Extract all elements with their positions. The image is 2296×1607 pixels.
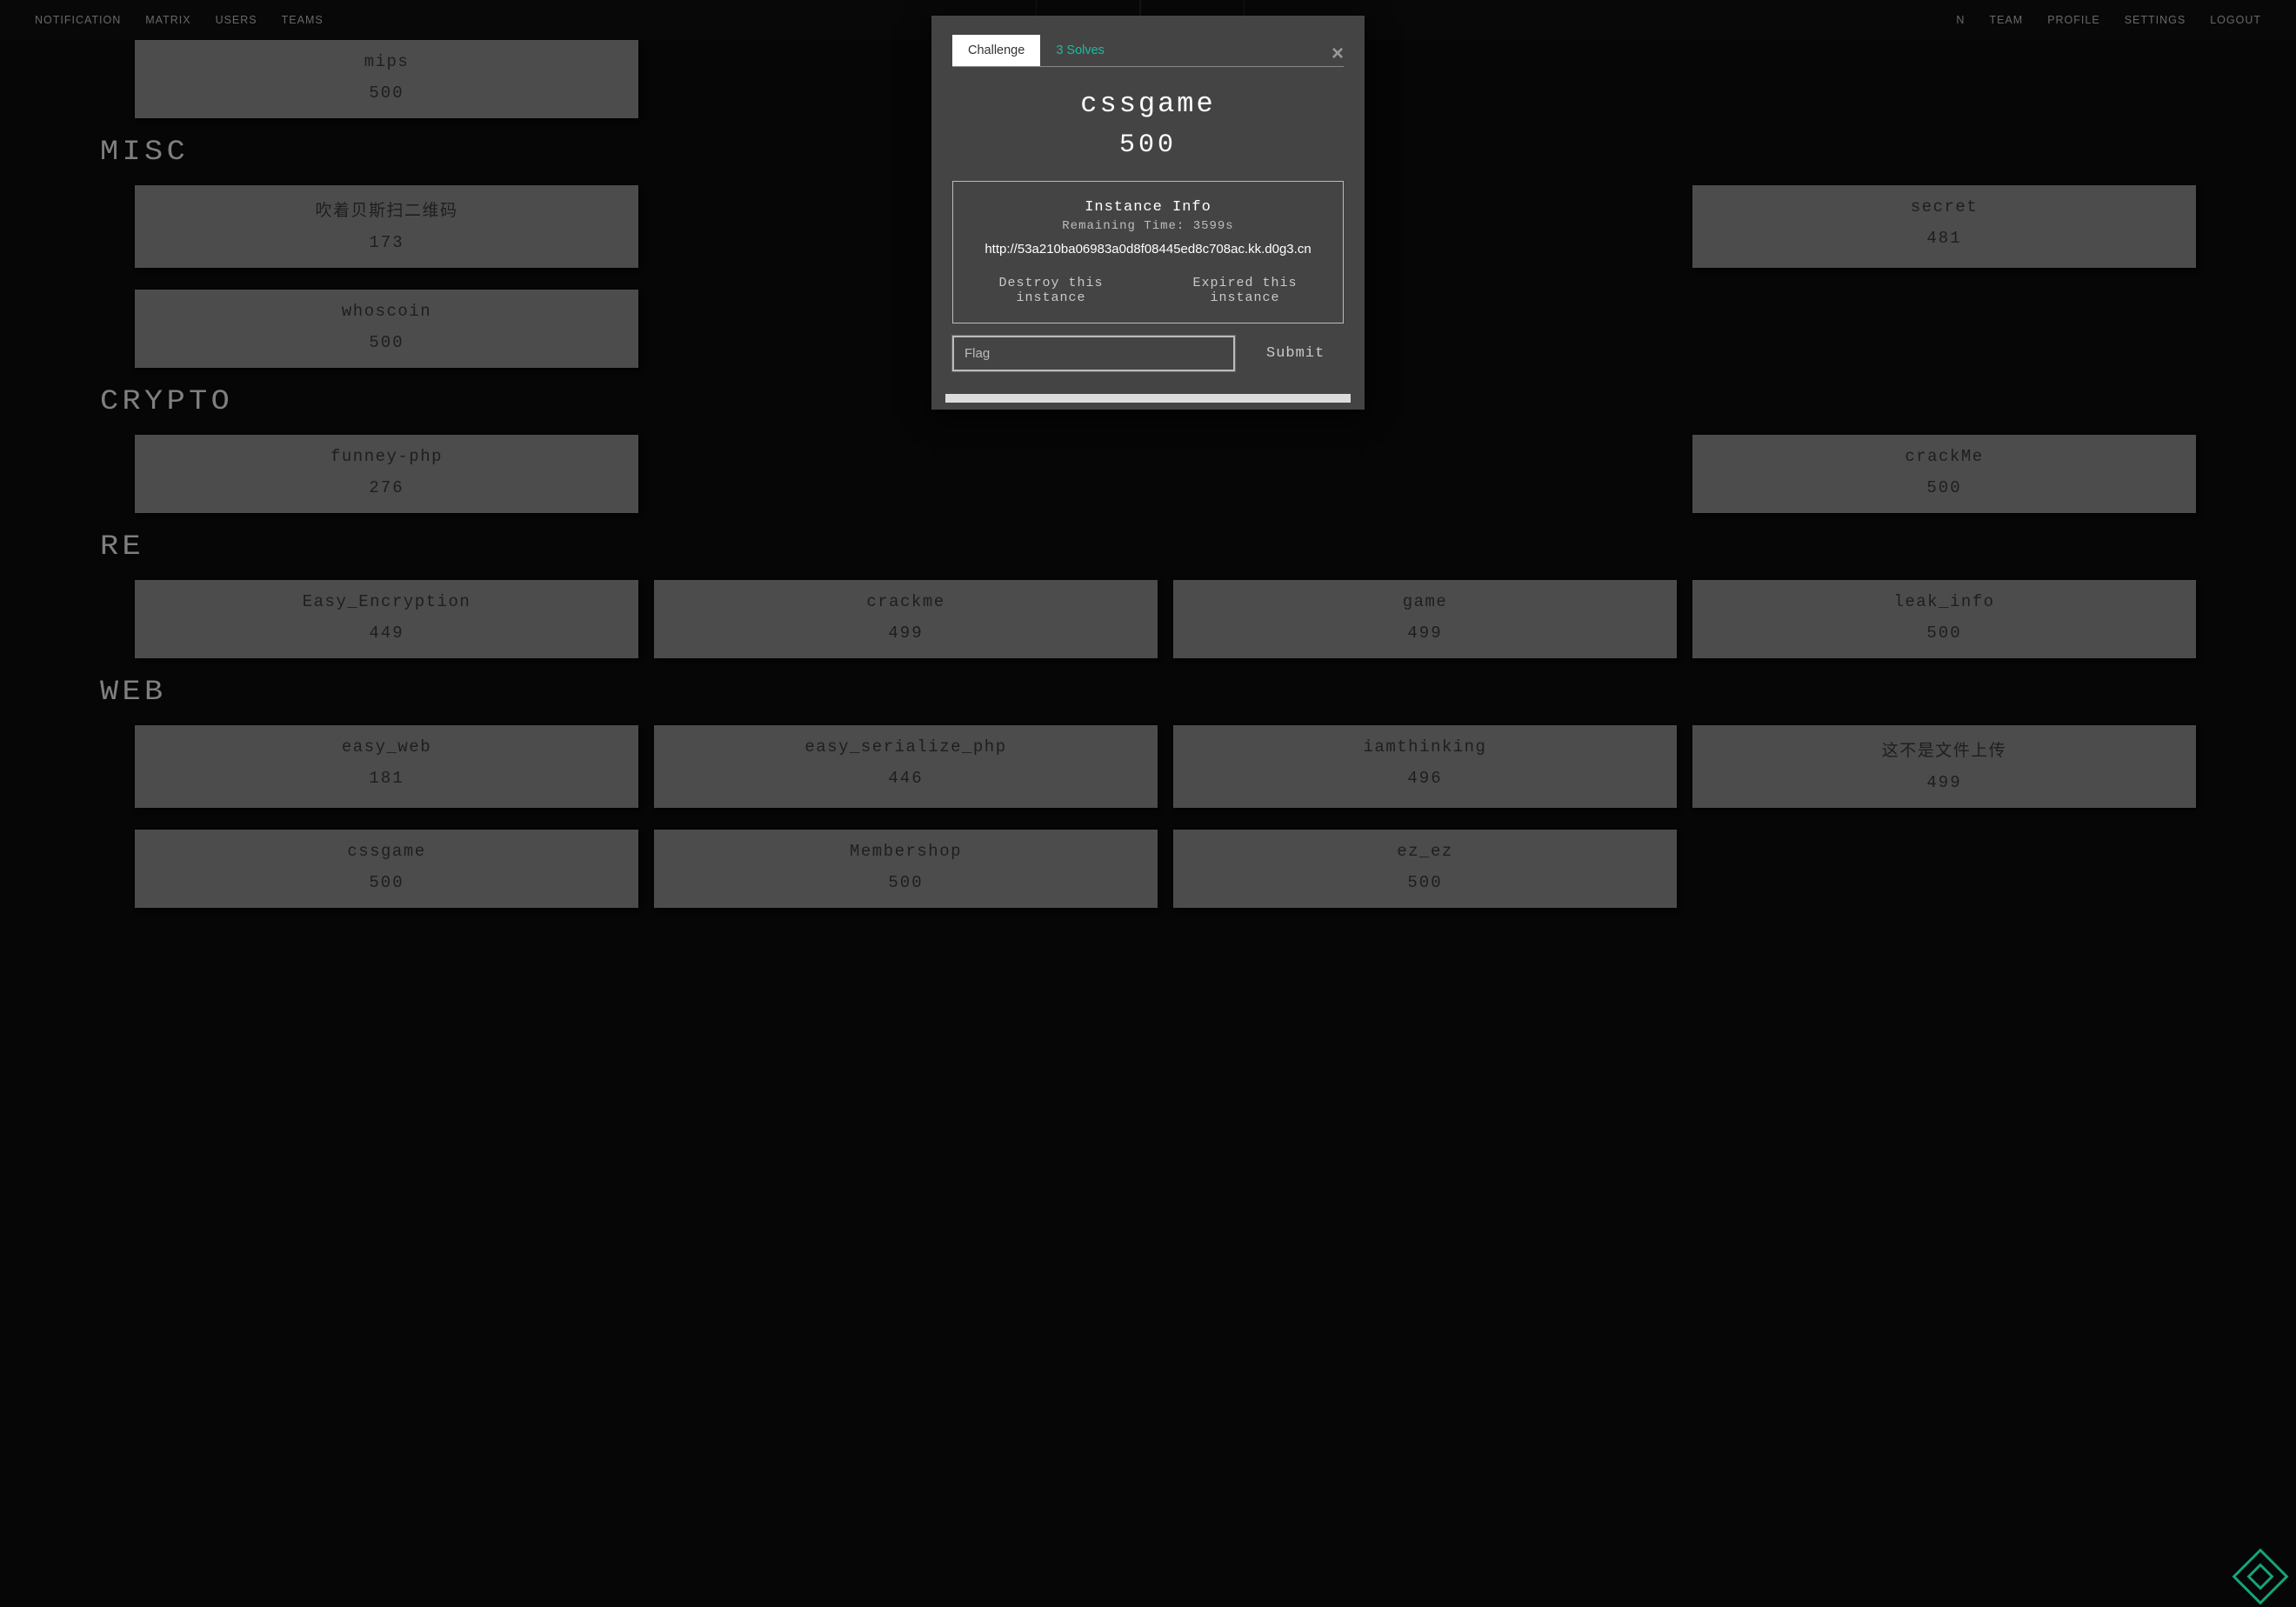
instance-url[interactable]: http://53a210ba06983a0d8f08445ed8c708ac.… — [964, 242, 1332, 257]
tab-challenge[interactable]: Challenge — [952, 35, 1040, 66]
flag-row: Submit — [952, 336, 1344, 371]
challenge-name: cssgame — [931, 88, 1365, 120]
close-icon[interactable]: × — [1332, 42, 1344, 66]
submit-button[interactable]: Submit — [1266, 345, 1325, 362]
instance-info-box: Instance Info Remaining Time: 3599s http… — [952, 181, 1344, 323]
modal-bottom-bar — [945, 394, 1351, 403]
instance-remaining-time: Remaining Time: 3599s — [964, 219, 1332, 233]
corner-diamond-inner — [2246, 1563, 2273, 1590]
expire-instance-button[interactable]: Expired this instance — [1158, 276, 1332, 305]
instance-info-title: Instance Info — [964, 199, 1332, 216]
modal-overlay: × Challenge 3 Solves cssgame 500 Instanc… — [0, 0, 2296, 1607]
challenge-points: 500 — [931, 130, 1365, 160]
challenge-modal: × Challenge 3 Solves cssgame 500 Instanc… — [931, 16, 1365, 410]
destroy-instance-button[interactable]: Destroy this instance — [964, 276, 1138, 305]
instance-actions: Destroy this instance Expired this insta… — [964, 276, 1332, 305]
flag-input[interactable] — [952, 336, 1235, 371]
modal-tabs: Challenge 3 Solves — [952, 35, 1344, 67]
tab-solves[interactable]: 3 Solves — [1040, 35, 1120, 66]
